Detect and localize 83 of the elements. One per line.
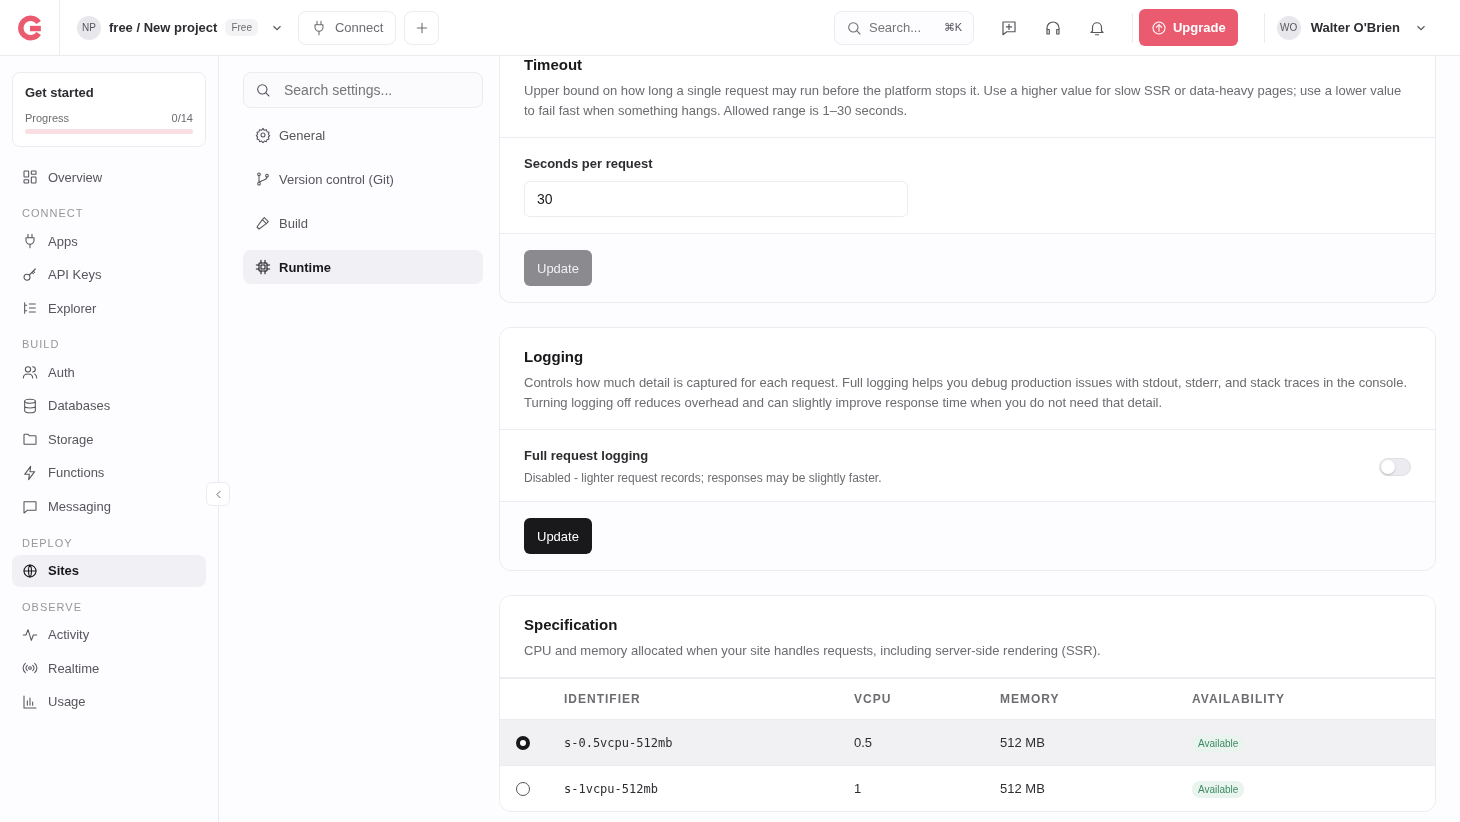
nav-item[interactable]: Storage (12, 423, 206, 456)
search-icon (255, 82, 271, 98)
arrow-up-circle-icon (1150, 19, 1167, 36)
settings-nav-item[interactable]: Build (243, 206, 483, 240)
bar-chart-icon (22, 693, 38, 710)
globe-icon (22, 562, 38, 579)
card-title: Logging (524, 348, 585, 365)
shortcut-hint: ⌘K (943, 20, 962, 34)
nav-item[interactable]: Overview (12, 161, 206, 193)
chat-icon (22, 498, 38, 515)
toggle-switch[interactable] (1379, 457, 1411, 476)
user-avatar: WO (1276, 15, 1301, 40)
setting-label: Full request logging (524, 448, 650, 463)
hammer-icon (255, 215, 271, 231)
table-cell-text: s-1vcpu-512mb (564, 781, 659, 796)
section-heading: OBSERVE (21, 600, 83, 613)
seconds-input-field[interactable]: 30 (524, 181, 908, 217)
nav-item[interactable]: Apps (12, 225, 206, 257)
lightning-icon (22, 464, 38, 481)
progress-count: 0/14 (171, 112, 193, 124)
branch-icon (255, 171, 271, 187)
get-started-card[interactable]: Get started Progress 0/14 (12, 72, 206, 147)
nav-item[interactable]: Usage (12, 685, 206, 718)
section-heading: DEPLOY (21, 536, 74, 549)
chip-icon (255, 259, 271, 275)
table-cell-text: 512 MB (1000, 735, 1046, 750)
update-button[interactable]: Update (524, 518, 592, 554)
settings-icon (255, 127, 271, 143)
settings-nav-item[interactable]: Runtime (243, 250, 483, 284)
nav-item[interactable]: API Keys (12, 258, 206, 291)
radio-button[interactable] (516, 781, 530, 796)
card-title: Specification (524, 616, 619, 633)
column-header: AVAILABILITY (1192, 692, 1286, 706)
table-row[interactable]: s-1vcpu-512mb 1 512 MB Available (500, 765, 1435, 811)
nav-item[interactable]: Explorer (12, 292, 206, 325)
grid-icon (22, 169, 38, 185)
list-icon (22, 300, 38, 317)
search-icon (845, 19, 862, 36)
plan-badge: Free (225, 19, 258, 36)
status-badge: Available (1192, 735, 1245, 752)
card-description: CPU and memory allocated when your site handles requests, including server-side rendering (SSR). (524, 642, 1102, 660)
logo-icon[interactable] (16, 14, 43, 41)
nav-item[interactable]: Auth (12, 356, 206, 389)
database-icon (22, 397, 38, 414)
card-description: Controls how much detail is captured for each request. Full logging helps you debug production issues with stdout, stderr, and stack traces in the console. Turning logging off reduces overhead and can slightly improve response time when you do not need that detail. (524, 374, 1409, 412)
column-header: IDENTIFIER (564, 692, 642, 706)
field-label: Seconds per request (524, 156, 654, 171)
table-cell-text: 1 (854, 781, 863, 796)
settings-nav-item[interactable]: General (243, 118, 483, 152)
headphones-icon[interactable] (1043, 18, 1062, 37)
table-cell-text: s-0.5vcpu-512mb (564, 735, 674, 750)
nav-item[interactable]: Messaging (12, 490, 206, 523)
table-cell-text: 512 MB (1000, 781, 1046, 796)
nav-item[interactable]: Sites (12, 554, 206, 587)
key-icon (22, 266, 38, 283)
pulse-icon (22, 626, 38, 643)
project-name[interactable]: free / New project (109, 20, 218, 35)
table-cell-text: 0.5 (854, 735, 874, 750)
card-title: Timeout (524, 56, 584, 73)
connect-button[interactable]: Connect (297, 10, 397, 45)
card-description: Upper bound on how long a single request may run before the platform stops it. Use a higher value for slow SSR or data-heavy pages; use a lower value to fail fast when something hangs. Allowed range is 1–30 seconds. (524, 82, 1403, 120)
table-row[interactable]: s-0.5vcpu-512mb 0.5 512 MB Available (500, 719, 1435, 765)
progress-label: Progress (25, 112, 70, 124)
status-badge: Available (1192, 781, 1245, 798)
settings-search-field[interactable]: Search settings... (243, 72, 483, 108)
feedback-icon[interactable] (999, 18, 1018, 37)
column-header: VCPU (854, 692, 893, 706)
setting-hint: Disabled - lighter request records; responses may be slightly faster. (524, 471, 882, 485)
plug-icon (22, 233, 38, 249)
nav-item[interactable]: Databases (12, 389, 206, 422)
nav-item[interactable]: Functions (12, 456, 206, 489)
nav-item[interactable]: Realtime (12, 652, 206, 685)
users-icon (22, 364, 38, 381)
section-heading: BUILD (21, 338, 61, 351)
settings-nav-item[interactable]: Version control (Git) (243, 162, 483, 196)
radio-button[interactable] (516, 735, 530, 750)
project-avatar: NP (77, 15, 101, 40)
column-header: MEMORY (1000, 692, 1061, 706)
section-heading: CONNECT (21, 207, 85, 219)
user-name[interactable]: Walter O'Brien (1310, 20, 1400, 35)
nav-item[interactable]: Activity (12, 618, 206, 651)
card-title: Get started (25, 85, 95, 100)
folder-icon (22, 431, 38, 448)
